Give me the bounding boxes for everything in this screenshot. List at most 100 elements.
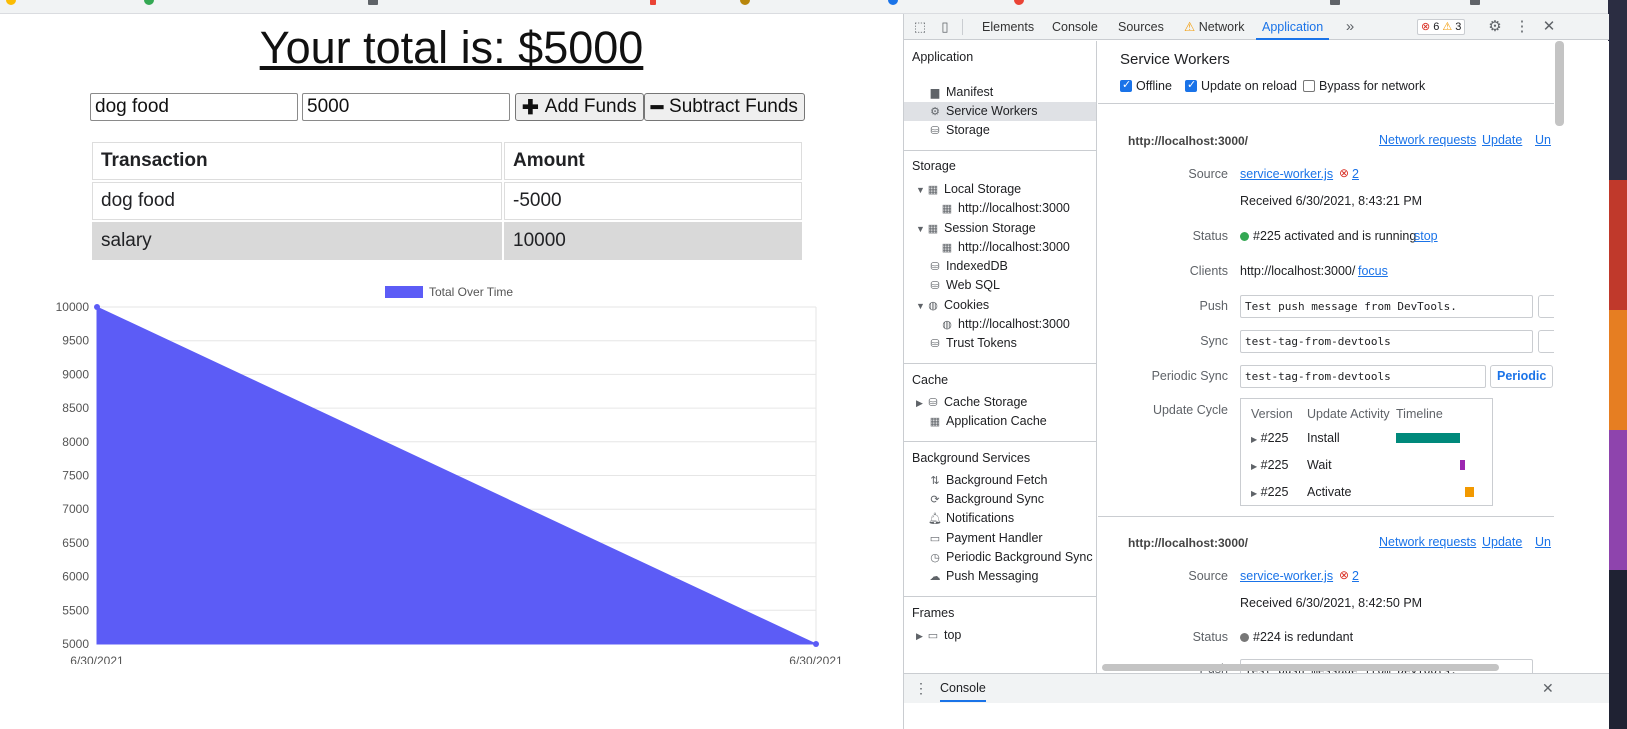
sidebar-item-background-fetch[interactable]: ⇅ Background Fetch xyxy=(904,471,1096,490)
push-message-input[interactable]: Test push message from DevTools. xyxy=(1240,295,1533,318)
sidebar-item-cache-storage[interactable]: ▶ ⛁ Cache Storage xyxy=(904,393,1096,412)
stop-link[interactable]: stop xyxy=(1414,229,1438,243)
sidebar-item-manifest[interactable]: ▆ Manifest xyxy=(904,83,1096,102)
sidebar-item-label: top xyxy=(944,628,962,642)
sidebar-item-cookies-origin[interactable]: ◍ http://localhost:3000 xyxy=(904,315,1096,334)
expand-triangle-icon[interactable]: ▼ xyxy=(916,181,926,200)
sidebar-item-application-cache[interactable]: ▦ Application Cache xyxy=(904,412,1096,431)
bookmark-icon[interactable] xyxy=(650,0,656,5)
close-drawer-icon[interactable]: ✕ xyxy=(1542,680,1554,697)
inspect-element-icon[interactable]: ⬚ xyxy=(912,19,928,35)
tab-application[interactable]: Application xyxy=(1256,14,1330,40)
subtract-funds-button[interactable]: ━ Subtract Funds xyxy=(644,93,805,121)
sidebar-item-storage[interactable]: ⛁ Storage xyxy=(904,121,1096,140)
update-link[interactable]: Update xyxy=(1482,133,1522,147)
sidebar-item-trust-tokens[interactable]: ⛁ Trust Tokens xyxy=(904,334,1096,353)
y-tick-label: 7000 xyxy=(62,502,89,516)
vertical-scrollbar[interactable] xyxy=(1555,41,1564,126)
unregister-link[interactable]: Un xyxy=(1535,133,1551,147)
unregister-link[interactable]: Un xyxy=(1535,535,1551,549)
tab-sources[interactable]: Sources xyxy=(1118,14,1164,40)
kebab-menu-icon[interactable]: ⋮ xyxy=(1514,19,1530,35)
drawer-tab-console[interactable]: Console xyxy=(940,674,986,702)
bookmark-icon[interactable] xyxy=(1330,0,1340,5)
y-tick-label: 5500 xyxy=(62,603,89,617)
transaction-name-cell: salary xyxy=(92,222,502,260)
sidebar-item-service-workers[interactable]: ⚙ Service Workers xyxy=(904,102,1096,121)
sidebar-item-label: http://localhost:3000 xyxy=(958,201,1070,215)
sidebar-item-local-storage-origin[interactable]: ▦ http://localhost:3000 xyxy=(904,199,1096,218)
tab-elements[interactable]: Elements xyxy=(982,14,1034,40)
bookmark-icon[interactable] xyxy=(368,0,378,5)
sidebar-item-indexeddb[interactable]: ⛁ IndexedDB xyxy=(904,257,1096,276)
source-file-link[interactable]: service-worker.js xyxy=(1240,167,1333,181)
sidebar-item-frame-top[interactable]: ▶ ▭ top xyxy=(904,626,1096,645)
checkbox-label: Bypass for network xyxy=(1319,79,1426,93)
sync-button[interactable] xyxy=(1538,330,1554,353)
offline-checkbox[interactable]: Offline xyxy=(1120,78,1172,93)
service-workers-panel: Service Workers Offline Update on reload… xyxy=(1098,41,1554,673)
update-link[interactable]: Update xyxy=(1482,535,1522,549)
checkbox-checked-icon xyxy=(1185,78,1197,92)
bookmark-icon[interactable] xyxy=(888,0,898,5)
tab-console[interactable]: Console xyxy=(1052,14,1098,40)
periodic-sync-tag-input[interactable]: test-tag-from-devtools xyxy=(1240,365,1486,388)
tab-network[interactable]: ⚠ Network xyxy=(1184,14,1245,40)
y-tick-label: 5000 xyxy=(62,637,89,651)
sidebar-item-local-storage[interactable]: ▼ ▦ Local Storage xyxy=(904,180,1096,199)
update-cycle-row[interactable]: ▶ #225 Wait xyxy=(1241,455,1494,475)
frame-icon: ▭ xyxy=(927,630,939,642)
bookmark-icon[interactable] xyxy=(740,0,750,5)
sidebar-item-session-storage[interactable]: ▼ ▦ Session Storage xyxy=(904,219,1096,238)
expand-triangle-icon[interactable]: ▼ xyxy=(916,297,926,316)
sidebar-item-cookies[interactable]: ▼ ◍ Cookies xyxy=(904,296,1096,315)
issues-badge[interactable]: ⊗ 6 ⚠ 3 xyxy=(1417,19,1466,35)
expand-triangle-icon[interactable]: ▼ xyxy=(916,220,926,239)
drawer-menu-icon[interactable]: ⋮ xyxy=(914,680,928,697)
checkbox-checked-icon xyxy=(1120,78,1132,92)
application-sidebar: Application ▆ Manifest ⚙ Service Workers ⛁… xyxy=(904,41,1097,673)
bypass-for-network-checkbox[interactable]: Bypass for network xyxy=(1303,79,1425,93)
sidebar-item-push-messaging[interactable]: ☁ Push Messaging xyxy=(904,567,1096,586)
add-funds-button[interactable]: ✚ Add Funds xyxy=(515,93,644,121)
collapsed-triangle-icon[interactable]: ▶ xyxy=(916,394,926,413)
sidebar-item-label: Local Storage xyxy=(944,182,1022,196)
push-button[interactable] xyxy=(1538,295,1554,318)
y-tick-label: 9500 xyxy=(62,334,89,348)
budget-app: Your total is: $5000 ✚ Add Funds ━ Subtr… xyxy=(0,14,903,729)
periodic-sync-button[interactable]: Periodic xyxy=(1490,365,1554,388)
subtract-funds-label: Subtract Funds xyxy=(669,96,798,117)
bookmark-icon[interactable] xyxy=(1470,0,1480,5)
sidebar-item-websql[interactable]: ⛁ Web SQL xyxy=(904,276,1096,295)
sidebar-item-notifications[interactable]: 🔔︎ Notifications xyxy=(904,509,1096,528)
warning-count: 3 xyxy=(1455,21,1462,33)
sync-tag-input[interactable]: test-tag-from-devtools xyxy=(1240,330,1533,353)
transaction-amount-input[interactable] xyxy=(302,93,510,121)
transaction-name-input[interactable] xyxy=(90,93,298,121)
network-requests-link[interactable]: Network requests xyxy=(1379,535,1476,549)
close-icon[interactable]: ✕ xyxy=(1541,19,1557,35)
source-file-link[interactable]: service-worker.js xyxy=(1240,569,1333,583)
source-error-count-link[interactable]: 2 xyxy=(1352,569,1359,583)
sidebar-item-periodic-background-sync[interactable]: ◷ Periodic Background Sync xyxy=(904,548,1096,567)
update-cycle-row[interactable]: ▶ #225 Install xyxy=(1241,428,1494,448)
more-tabs-icon[interactable]: » xyxy=(1342,19,1358,35)
database-icon: ⛁ xyxy=(930,125,940,137)
bookmark-icon[interactable] xyxy=(1014,0,1024,5)
device-toolbar-icon[interactable]: ▯ xyxy=(937,19,953,35)
sidebar-item-payment-handler[interactable]: ▭ Payment Handler xyxy=(904,529,1096,548)
update-on-reload-checkbox[interactable]: Update on reload xyxy=(1185,78,1297,93)
x-tick-label: 6/30/2021 xyxy=(789,654,843,664)
y-tick-label: 8500 xyxy=(62,401,89,415)
sidebar-item-session-storage-origin[interactable]: ▦ http://localhost:3000 xyxy=(904,238,1096,257)
settings-gear-icon[interactable]: ⚙ xyxy=(1487,19,1503,35)
source-error-count-link[interactable]: 2 xyxy=(1352,167,1359,181)
network-requests-link[interactable]: Network requests xyxy=(1379,133,1476,147)
focus-link[interactable]: focus xyxy=(1358,264,1388,278)
horizontal-scrollbar[interactable] xyxy=(1102,664,1499,671)
bookmark-icon[interactable] xyxy=(144,0,154,5)
sidebar-item-background-sync[interactable]: ⟳ Background Sync xyxy=(904,490,1096,509)
bookmark-icon[interactable] xyxy=(6,0,16,5)
update-cycle-row[interactable]: ▶ #225 Activate xyxy=(1241,482,1494,502)
collapsed-triangle-icon[interactable]: ▶ xyxy=(916,627,926,646)
